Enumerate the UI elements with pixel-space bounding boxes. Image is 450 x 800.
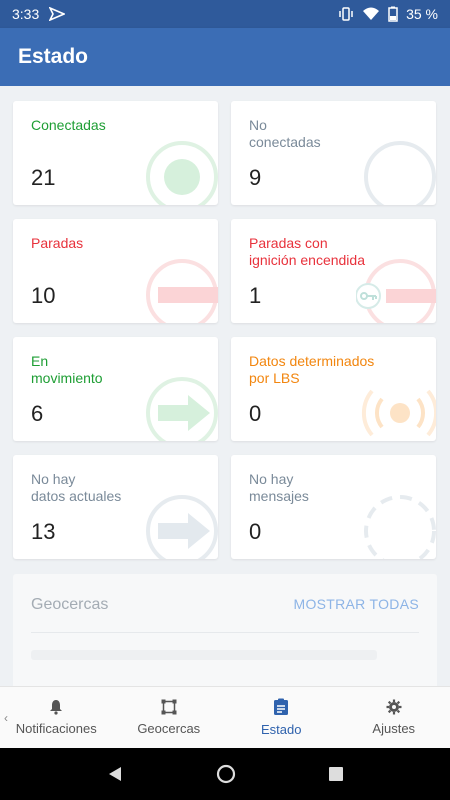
key-icon [356, 259, 436, 323]
battery-icon [388, 6, 398, 22]
bottom-nav: ‹ Notificaciones Geocercas Estado Ajuste… [0, 686, 450, 748]
card-not-connected[interactable]: No conectadas 9 [231, 101, 436, 205]
bell-icon [50, 700, 63, 715]
tab-label: Notificaciones [15, 721, 97, 736]
tab-label: Estado [261, 722, 302, 737]
divider [31, 632, 419, 633]
geofences-title: Geocercas [31, 596, 109, 613]
system-nav-bar [0, 748, 450, 800]
card-connected[interactable]: Conectadas 21 [13, 101, 218, 205]
stopped-icon [146, 259, 218, 323]
recents-icon[interactable] [328, 766, 344, 782]
card-no-messages[interactable]: No hay mensajes 0 [231, 455, 436, 559]
card-count: 13 [31, 519, 56, 544]
tab-status[interactable]: Estado [225, 687, 338, 748]
tab-settings[interactable]: Ajustes [338, 687, 450, 748]
tab-notifications[interactable]: Notificaciones [0, 687, 113, 748]
card-count: 1 [249, 283, 262, 308]
card-lbs[interactable]: Datos determinados por LBS 0 [231, 337, 436, 441]
card-label: Paradas [31, 235, 84, 251]
home-icon[interactable] [216, 764, 236, 784]
card-no-current-data[interactable]: No hay datos actuales 13 [13, 455, 218, 559]
card-count: 6 [31, 401, 44, 426]
card-label: Conectadas [31, 117, 106, 133]
tab-label: Ajustes [372, 721, 416, 736]
card-count: 0 [249, 519, 262, 544]
app-bar: Estado [0, 28, 450, 86]
card-moving[interactable]: En movimiento 6 [13, 337, 218, 441]
no-data-arrow-icon [146, 495, 218, 559]
clock: 3:33 [12, 6, 40, 22]
tab-label: Geocercas [137, 721, 201, 736]
show-all-link[interactable]: MOSTRAR TODAS [293, 596, 419, 612]
geofences-panel: Geocercas MOSTRAR TODAS [13, 574, 437, 686]
gear-icon [386, 699, 402, 715]
moving-arrow-icon [146, 377, 218, 441]
no-messages-dashed-icon [364, 495, 436, 559]
vibrate-icon [339, 7, 353, 21]
back-icon[interactable] [106, 765, 124, 783]
disconnected-circle-icon [364, 141, 436, 205]
connected-circle-icon [146, 141, 218, 205]
chevron-left-icon[interactable]: ‹ [4, 711, 8, 725]
card-stopped-ignition[interactable]: Paradas con ignición encendida 1 [231, 219, 436, 323]
card-count: 21 [31, 165, 56, 190]
card-count: 10 [31, 283, 56, 308]
status-bar: 3:33 35 % [0, 0, 450, 28]
page-title: Estado [18, 45, 89, 68]
battery-level: 35 % [406, 6, 438, 22]
card-count: 9 [249, 165, 262, 190]
loading-placeholder [31, 650, 377, 660]
status-content: Conectadas 21 No conectadas 9 Paradas 10… [0, 86, 450, 686]
tab-geofences[interactable]: Geocercas [113, 687, 226, 748]
geofence-square-icon [161, 699, 177, 715]
wifi-icon [363, 7, 380, 20]
lbs-signal-icon [361, 389, 436, 437]
send-icon [49, 7, 66, 21]
card-count: 0 [249, 401, 262, 426]
card-stopped[interactable]: Paradas 10 [13, 219, 218, 323]
clipboard-icon [274, 698, 289, 715]
